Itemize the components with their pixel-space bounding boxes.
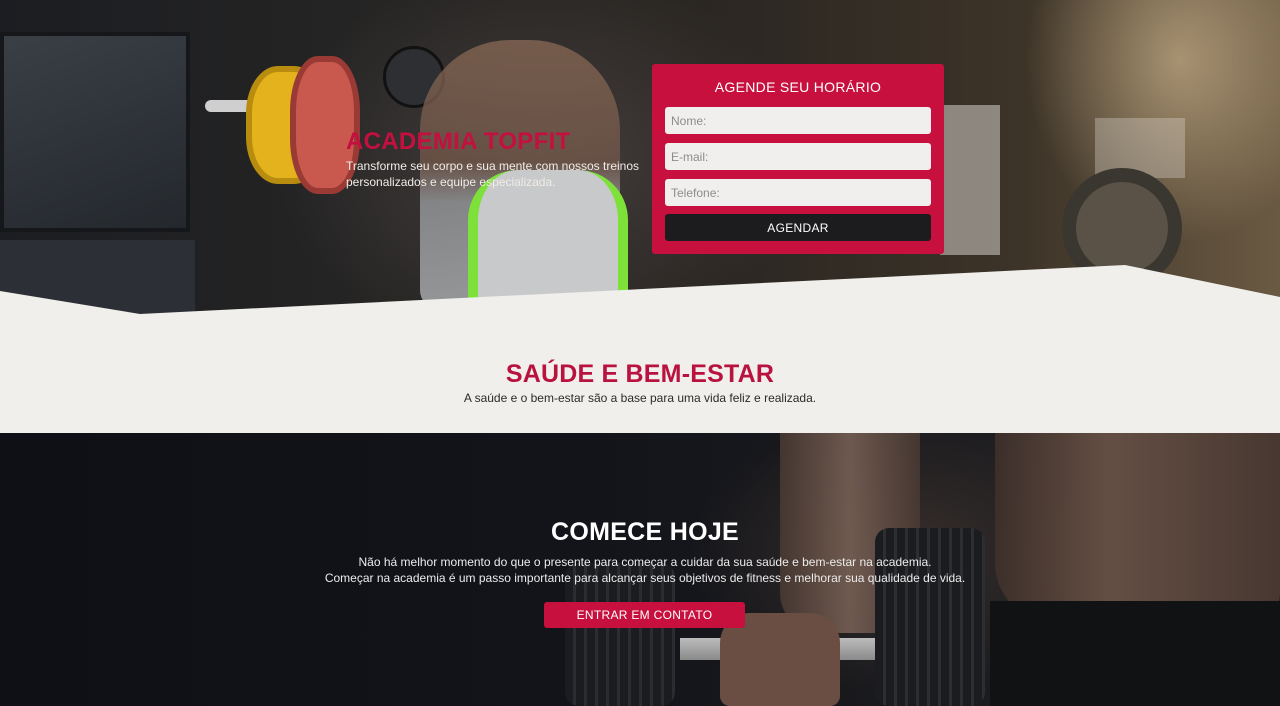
name-input[interactable] xyxy=(665,107,931,134)
start-today-text-line: Começar na academia é um passo important… xyxy=(324,571,966,585)
contact-button[interactable]: ENTRAR EM CONTATO xyxy=(544,602,745,628)
start-today-title: COMECE HOJE xyxy=(550,518,740,546)
athlete-shorts-photo xyxy=(990,601,1280,706)
hero-subtitle: Transforme seu corpo e sua mente com nos… xyxy=(346,159,640,189)
gym-equipment-decoration xyxy=(940,105,1000,255)
start-today-text-line: Não há melhor momento do que o presente … xyxy=(358,555,932,569)
schedule-form-title: AGENDE SEU HORÁRIO xyxy=(714,79,882,95)
schedule-form: AGENDE SEU HORÁRIO AGENDAR xyxy=(652,64,944,254)
hero-text-block: ACADEMIA TOPFIT Transforme seu corpo e s… xyxy=(346,128,646,190)
hero-background-image xyxy=(0,32,190,232)
schedule-button[interactable]: AGENDAR xyxy=(665,214,931,241)
phone-input[interactable] xyxy=(665,179,931,206)
email-input[interactable] xyxy=(665,143,931,170)
wellness-subtitle: A saúde e o bem-estar são a base para um… xyxy=(463,391,817,405)
hero-title: ACADEMIA TOPFIT xyxy=(346,128,571,155)
wellness-title: SAÚDE E BEM-ESTAR xyxy=(505,360,775,388)
